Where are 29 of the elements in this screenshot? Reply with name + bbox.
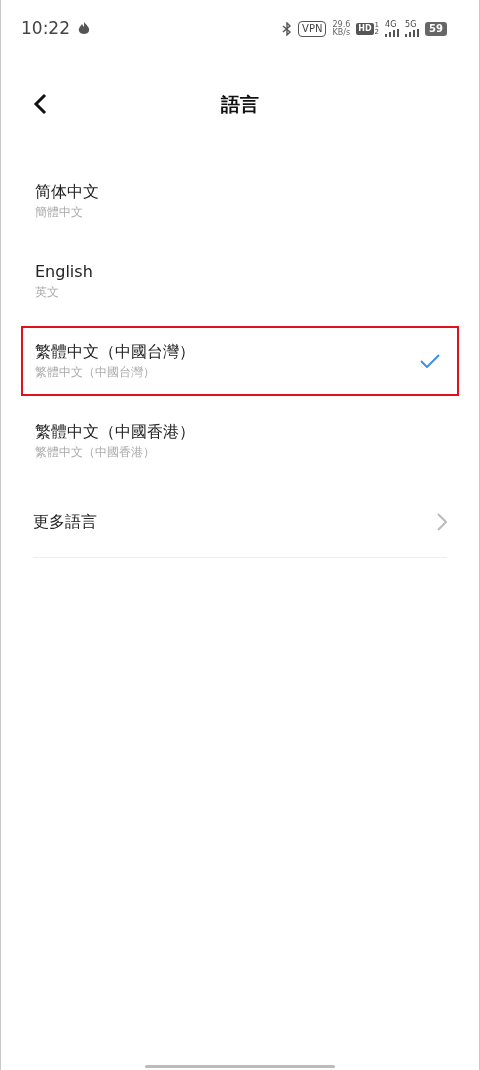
language-name: 简体中文 — [35, 181, 99, 203]
page-title: 語言 — [221, 91, 259, 117]
language-native-name: 繁體中文（中國台灣） — [35, 364, 156, 381]
language-native-name: 繁體中文（中國香港） — [35, 444, 156, 461]
language-native-name: 簡體中文 — [35, 204, 84, 221]
signal-icon — [405, 29, 420, 37]
status-time: 10:22 — [21, 17, 70, 41]
bluetooth-icon — [282, 22, 293, 36]
battery-indicator: 59 — [425, 22, 447, 36]
more-languages-label: 更多語言 — [33, 510, 97, 533]
network-type: 5G — [405, 21, 417, 29]
hd-badge: HD — [356, 23, 374, 35]
speed-unit: KB/s — [332, 29, 351, 37]
language-item[interactable]: English 英文 — [21, 246, 459, 316]
language-name: 繁體中文（中國台灣） — [35, 341, 195, 363]
language-item[interactable]: 繁體中文（中國香港） 繁體中文（中國香港） — [21, 406, 459, 476]
network-type: 4G — [385, 21, 397, 29]
flame-icon — [78, 22, 90, 36]
network-speed: 29.6 — [332, 21, 351, 29]
language-name: English — [35, 261, 93, 283]
checkmark-icon — [420, 354, 440, 368]
signal-icon — [385, 29, 400, 37]
more-languages-item[interactable]: 更多語言 — [33, 486, 447, 558]
language-item[interactable]: 简体中文 簡體中文 — [21, 166, 459, 236]
chevron-right-icon — [437, 512, 447, 531]
language-native-name: 英文 — [35, 284, 60, 301]
language-name: 繁體中文（中國香港） — [35, 421, 195, 443]
language-item[interactable]: 繁體中文（中國台灣） 繁體中文（中國台灣） — [21, 326, 459, 396]
vpn-badge: VPN — [298, 21, 327, 37]
